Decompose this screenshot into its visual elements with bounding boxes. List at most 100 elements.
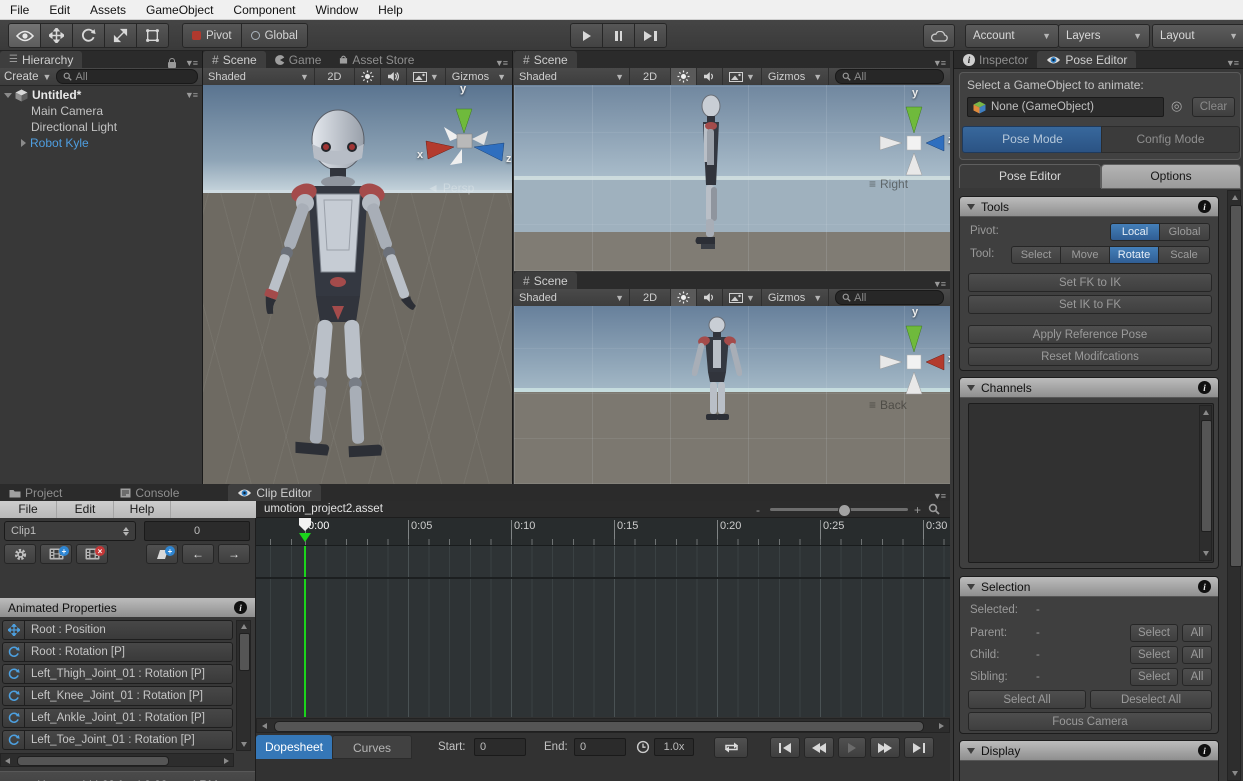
effects-toggle[interactable]: ▼ xyxy=(407,68,446,85)
add-key-button[interactable]: + xyxy=(146,544,178,564)
scroll-right-icon[interactable] xyxy=(224,758,229,764)
pane-menu-icon[interactable]: ▼≡ xyxy=(490,58,512,68)
gizmos-dropdown[interactable]: Gizmos▼ xyxy=(762,68,829,85)
delete-clip-button[interactable]: × xyxy=(76,544,108,564)
set-fk-to-ik-button[interactable]: Set FK to IK xyxy=(968,273,1212,292)
clip-menu-file[interactable]: File xyxy=(0,501,57,518)
property-row[interactable]: Root : Position xyxy=(2,620,233,640)
scroll-up-icon[interactable] xyxy=(241,624,247,629)
tab-hierarchy[interactable]: ☰ Hierarchy xyxy=(0,51,82,68)
tab-asset-store[interactable]: Asset Store xyxy=(330,51,423,68)
reset-modifications-button[interactable]: Reset Modifcations xyxy=(968,347,1212,366)
gizmos-dropdown[interactable]: Gizmos▼ xyxy=(762,289,829,306)
scene-root-row[interactable]: Untitled* ▼≡ xyxy=(0,87,202,103)
menu-window[interactable]: Window xyxy=(305,3,368,17)
pane-menu-icon[interactable]: ▼≡ xyxy=(928,279,950,289)
cloud-button[interactable] xyxy=(923,24,955,48)
layers-dropdown[interactable]: Layers▼ xyxy=(1058,24,1150,48)
scene-viewport-back[interactable]: y x ≡Back xyxy=(514,306,950,484)
info-icon[interactable]: i xyxy=(234,601,247,614)
tab-scene[interactable]: # Scene xyxy=(514,51,577,68)
clip-menu-edit[interactable]: Edit xyxy=(57,501,114,518)
current-frame-input[interactable] xyxy=(144,521,250,541)
pivot-toggle-button[interactable]: Pivot xyxy=(182,23,242,48)
2d-toggle[interactable]: 2D xyxy=(630,289,671,306)
set-ik-to-fk-button[interactable]: Set IK to FK xyxy=(968,295,1212,314)
effects-toggle[interactable]: ▼ xyxy=(723,68,762,85)
menu-component[interactable]: Component xyxy=(223,3,305,17)
expand-arrow-icon[interactable] xyxy=(21,139,26,147)
info-icon[interactable]: i xyxy=(1198,200,1211,213)
effects-toggle[interactable]: ▼ xyxy=(723,289,762,306)
lighting-toggle[interactable] xyxy=(671,68,697,85)
slider-thumb[interactable] xyxy=(838,504,851,517)
channels-scrollbar[interactable] xyxy=(1199,405,1212,561)
info-icon[interactable]: i xyxy=(1198,580,1211,593)
curves-tab[interactable]: Curves xyxy=(332,735,412,759)
scale-tool-button[interactable] xyxy=(104,23,137,48)
robot-kyle-side-view[interactable] xyxy=(689,93,735,253)
menu-file[interactable]: File xyxy=(0,3,39,17)
focus-camera-button[interactable]: Focus Camera xyxy=(968,712,1212,731)
audio-toggle[interactable] xyxy=(697,68,723,85)
pose-mode-tab[interactable]: Pose Mode xyxy=(962,126,1103,153)
pane-menu-icon[interactable]: ▼≡ xyxy=(1221,58,1243,68)
robot-kyle-back-view[interactable] xyxy=(692,316,742,422)
tool-move-button[interactable]: Move xyxy=(1060,246,1110,264)
parent-select-button[interactable]: Select xyxy=(1130,624,1178,642)
property-row[interactable]: Root : Rotation [P] xyxy=(2,642,233,662)
end-input[interactable] xyxy=(574,738,626,756)
tab-pose-editor[interactable]: Pose Editor xyxy=(1037,51,1136,68)
audio-toggle[interactable] xyxy=(697,289,723,306)
pane-menu-icon[interactable]: ▼≡ xyxy=(180,90,202,100)
properties-hscrollbar[interactable] xyxy=(0,753,234,767)
tab-scene[interactable]: # Scene xyxy=(203,51,266,68)
play-button[interactable] xyxy=(838,737,866,758)
tool-rotate-button[interactable]: Rotate xyxy=(1109,246,1159,264)
tab-project[interactable]: Project xyxy=(0,484,71,501)
scroll-up-icon[interactable] xyxy=(1203,410,1209,415)
property-row[interactable]: Left_Thigh_Joint_01 : Rotation [P] xyxy=(2,664,233,684)
property-row[interactable]: Left_Ankle_Joint_01 : Rotation [P] xyxy=(2,708,233,728)
tab-console[interactable]: Console xyxy=(111,484,188,501)
display-section-header[interactable]: Display i xyxy=(960,741,1218,761)
timeline-hscrollbar[interactable] xyxy=(256,718,950,733)
pivot-global-button[interactable]: Global xyxy=(1159,223,1210,241)
dopesheet-grid[interactable] xyxy=(256,579,950,717)
robot-kyle-model[interactable] xyxy=(250,100,430,478)
hierarchy-search-input[interactable]: All xyxy=(56,69,198,84)
gizmo-search-input[interactable]: All xyxy=(835,69,944,84)
clip-select-dropdown[interactable]: Clip1 xyxy=(4,521,136,541)
rewind-button[interactable] xyxy=(804,737,834,758)
info-icon[interactable]: i xyxy=(1198,381,1211,394)
skip-to-end-button[interactable] xyxy=(904,737,934,758)
tool-scale-button[interactable]: Scale xyxy=(1158,246,1210,264)
menu-assets[interactable]: Assets xyxy=(80,3,136,17)
2d-toggle[interactable]: 2D xyxy=(630,68,671,85)
step-button[interactable] xyxy=(634,23,667,48)
scene-viewport-persp[interactable]: y x z ◄Persp xyxy=(203,85,512,484)
shading-dropdown[interactable]: Shaded▼ xyxy=(514,289,630,306)
pose-editor-scrollbar[interactable] xyxy=(1227,190,1241,781)
fast-forward-button[interactable] xyxy=(870,737,900,758)
clip-settings-button[interactable] xyxy=(4,544,36,564)
prev-key-button[interactable]: ← xyxy=(182,544,214,564)
orientation-gizmo[interactable] xyxy=(866,310,950,402)
audio-toggle[interactable] xyxy=(381,68,407,85)
tab-clip-editor[interactable]: Clip Editor xyxy=(228,484,320,501)
layout-dropdown[interactable]: Layout▼ xyxy=(1152,24,1243,48)
add-clip-button[interactable]: + xyxy=(40,544,72,564)
tool-select-button[interactable]: Select xyxy=(1011,246,1061,264)
next-key-button[interactable]: → xyxy=(218,544,250,564)
deselect-all-button[interactable]: Deselect All xyxy=(1090,690,1212,709)
selection-section-header[interactable]: Selection i xyxy=(960,577,1218,597)
scrollbar-thumb[interactable] xyxy=(239,633,250,671)
collapse-arrow-icon[interactable] xyxy=(4,93,12,98)
pivot-local-button[interactable]: Local xyxy=(1110,223,1160,241)
scroll-down-icon[interactable] xyxy=(241,742,247,747)
hierarchy-item-main-camera[interactable]: Main Camera xyxy=(0,103,202,119)
scrollbar-thumb[interactable] xyxy=(1230,205,1242,567)
create-dropdown[interactable]: Create▼ xyxy=(4,71,51,83)
menu-gameobject[interactable]: GameObject xyxy=(136,3,223,17)
gizmos-dropdown[interactable]: Gizmos▼ xyxy=(446,68,512,85)
